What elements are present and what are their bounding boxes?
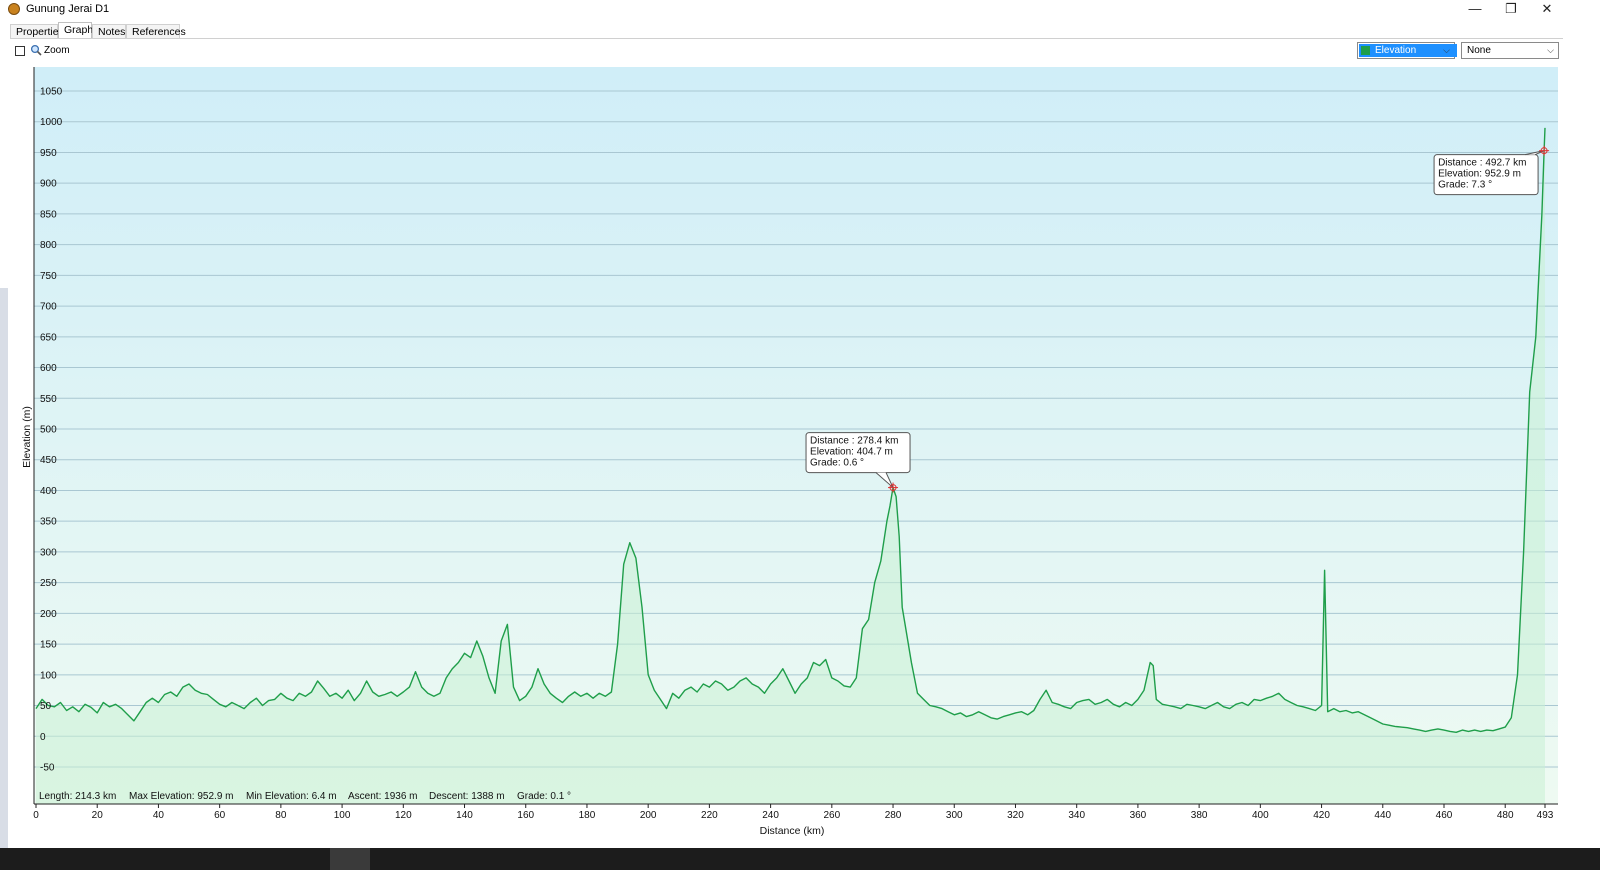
x-tick-label: 80 [275, 810, 287, 821]
y-tick-label: 900 [40, 179, 57, 190]
x-tick-label: 340 [1068, 810, 1085, 821]
x-tick-label: 420 [1313, 810, 1330, 821]
stat-item: Length: 214.3 km [39, 791, 116, 802]
x-tick-label: 440 [1374, 810, 1391, 821]
y-tick-label: 400 [40, 486, 57, 497]
stat-item: Ascent: 1936 m [348, 791, 417, 802]
y-tick-label: 200 [40, 609, 57, 620]
y-axis-title: Elevation (m) [21, 406, 33, 468]
tooltip-grade: Grade: 7.3 ° [1438, 180, 1492, 191]
y-tick-label: 250 [40, 578, 57, 589]
x-tick-label: 280 [885, 810, 902, 821]
y-tick-label: 600 [40, 363, 57, 374]
x-axis-title: Distance (km) [760, 825, 825, 837]
stat-item: Descent: 1388 m [429, 791, 505, 802]
y-tick-label: 700 [40, 302, 57, 313]
y-tick-label: 750 [40, 271, 57, 282]
x-tick-label: 40 [153, 810, 165, 821]
x-tick-label: 260 [823, 810, 840, 821]
y-tick-label: 950 [40, 148, 57, 159]
tooltip-grade: Grade: 0.6 ° [810, 458, 864, 469]
x-tick-label: 220 [701, 810, 718, 821]
y-tick-label: -50 [40, 763, 55, 774]
stat-item: Max Elevation: 952.9 m [129, 791, 234, 802]
x-tick-label: 240 [762, 810, 779, 821]
x-tick-label: 460 [1436, 810, 1453, 821]
x-tick-label: 320 [1007, 810, 1024, 821]
x-tick-label: 200 [640, 810, 657, 821]
x-tick-label: 120 [395, 810, 412, 821]
tooltip-distance: Distance : 492.7 km [1438, 158, 1526, 169]
y-tick-label: 50 [40, 701, 52, 712]
x-tick-label: 493 [1537, 810, 1554, 821]
y-tick-label: 650 [40, 332, 57, 343]
y-tick-label: 1050 [40, 87, 63, 98]
y-tick-label: 100 [40, 670, 57, 681]
stat-item: Min Elevation: 6.4 m [246, 791, 337, 802]
x-tick-label: 20 [92, 810, 104, 821]
x-tick-label: 480 [1497, 810, 1514, 821]
x-tick-label: 60 [214, 810, 226, 821]
x-tick-label: 300 [946, 810, 963, 821]
y-tick-label: 300 [40, 547, 57, 558]
y-tick-label: 0 [40, 732, 46, 743]
taskbar-active-item[interactable] [330, 848, 370, 870]
stat-item: Grade: 0.1 ° [517, 791, 571, 802]
y-tick-label: 800 [40, 240, 57, 251]
x-tick-label: 400 [1252, 810, 1269, 821]
elevation-chart[interactable]: 1050100095090085080075070065060055050045… [0, 0, 1600, 848]
x-tick-label: 140 [456, 810, 473, 821]
x-tick-label: 360 [1130, 810, 1147, 821]
x-tick-label: 100 [334, 810, 351, 821]
y-tick-label: 150 [40, 640, 57, 651]
y-tick-label: 850 [40, 209, 57, 220]
taskbar [0, 848, 1600, 870]
y-tick-label: 500 [40, 425, 57, 436]
y-tick-label: 350 [40, 517, 57, 528]
x-tick-label: 380 [1191, 810, 1208, 821]
x-tick-label: 180 [579, 810, 596, 821]
x-tick-label: 160 [517, 810, 534, 821]
y-tick-label: 1000 [40, 117, 63, 128]
y-tick-label: 550 [40, 394, 57, 405]
tooltip-distance: Distance : 278.4 km [810, 436, 898, 447]
tooltip-elevation: Elevation: 952.9 m [1438, 169, 1521, 180]
tooltip-elevation: Elevation: 404.7 m [810, 447, 893, 458]
y-tick-label: 450 [40, 455, 57, 466]
x-tick-label: 0 [33, 810, 39, 821]
